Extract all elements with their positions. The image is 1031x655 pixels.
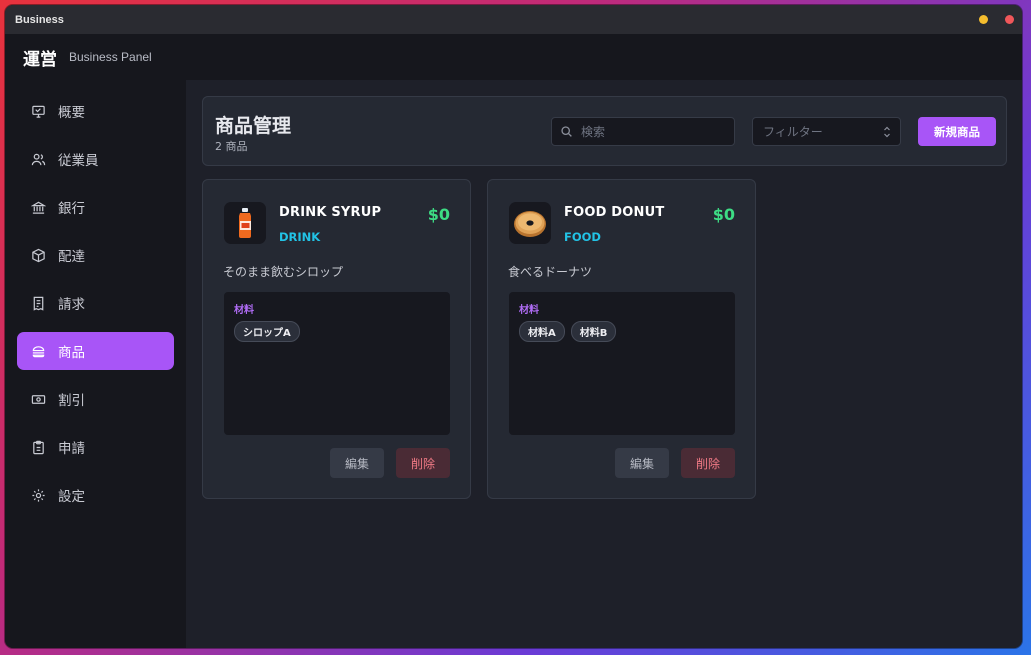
product-price: $0 [712, 205, 735, 224]
title-bar: Business [5, 5, 1022, 34]
search-box[interactable] [551, 117, 735, 146]
sidebar-item-discounts[interactable]: 割引 [17, 380, 174, 418]
sidebar-item-delivery[interactable]: 配達 [17, 236, 174, 274]
product-count: 2 商品 [215, 140, 248, 153]
donut-icon [514, 211, 546, 237]
sidebar-item-billing[interactable]: 請求 [17, 284, 174, 322]
sidebar-item-label: 商品 [58, 345, 85, 361]
window-title: Business [15, 13, 64, 26]
package-icon [32, 248, 45, 262]
bank-icon [31, 201, 46, 214]
material-chip: 材料B [570, 321, 617, 342]
sidebar-item-label: 請求 [58, 297, 85, 313]
product-category: FOOD [564, 230, 601, 244]
sidebar-item-applications[interactable]: 申請 [17, 428, 174, 466]
product-price: $0 [427, 205, 450, 224]
search-input[interactable] [579, 123, 723, 140]
product-category: DRINK [279, 230, 321, 244]
materials-panel: 材料 材料A 材料B [509, 292, 735, 435]
sidebar-item-label: 設定 [58, 489, 85, 505]
main-content: 商品管理 2 商品 フィルター 新規商品 [186, 80, 1022, 648]
material-chip: シロップA [234, 321, 300, 342]
minimize-button[interactable] [979, 15, 988, 24]
product-description: 食べるドーナツ [508, 265, 593, 279]
sidebar-item-employees[interactable]: 従業員 [17, 140, 174, 178]
brand-logo: 運営 [23, 49, 57, 70]
product-card: FOOD DONUT FOOD $0 食べるドーナツ 材料 材料A 材料B 編集… [487, 179, 756, 499]
product-card: DRINK SYRUP DRINK $0 そのまま飲むシロップ 材料 シロップA… [202, 179, 471, 499]
product-image [509, 202, 551, 244]
brand-subtitle: Business Panel [69, 50, 152, 64]
materials-panel: 材料 シロップA [224, 292, 450, 435]
clipboard-icon [33, 440, 44, 454]
materials-label: 材料 [234, 305, 254, 316]
users-icon [31, 153, 46, 165]
chevron-updown-icon [884, 126, 890, 138]
delete-button[interactable]: 削除 [396, 448, 450, 478]
page-title: 商品管理 [215, 115, 292, 137]
product-grid: DRINK SYRUP DRINK $0 そのまま飲むシロップ 材料 シロップA… [202, 179, 756, 499]
sidebar-item-products[interactable]: 商品 [17, 332, 174, 370]
sidebar-item-label: 割引 [58, 393, 85, 409]
sidebar-item-overview[interactable]: 概要 [17, 92, 174, 130]
products-header: 商品管理 2 商品 フィルター 新規商品 [202, 96, 1007, 166]
app-window: Business 運営 Business Panel 概要 従業員 銀行 配達 [5, 5, 1022, 648]
edit-button[interactable]: 編集 [330, 448, 384, 478]
delete-button[interactable]: 削除 [681, 448, 735, 478]
sidebar-item-label: 申請 [58, 441, 85, 457]
monitor-icon [32, 105, 45, 118]
product-name: FOOD DONUT [564, 205, 665, 220]
material-chip: 材料A [519, 321, 565, 342]
receipt-icon [33, 296, 44, 311]
app-header: 運営 Business Panel [5, 34, 1022, 80]
product-description: そのまま飲むシロップ [223, 265, 344, 279]
close-button[interactable] [1005, 15, 1014, 24]
filter-select[interactable]: フィルター [752, 117, 901, 146]
syrup-bottle-icon [239, 208, 251, 238]
sidebar-item-bank[interactable]: 銀行 [17, 188, 174, 226]
product-name: DRINK SYRUP [279, 205, 382, 220]
filter-placeholder: フィルター [763, 125, 823, 139]
sidebar-item-label: 概要 [58, 105, 85, 121]
burger-icon [32, 345, 45, 357]
gear-icon [32, 488, 45, 502]
sidebar-item-settings[interactable]: 設定 [17, 476, 174, 514]
edit-button[interactable]: 編集 [615, 448, 669, 478]
ticket-icon [31, 394, 46, 404]
search-icon [561, 126, 572, 137]
new-product-button[interactable]: 新規商品 [918, 117, 996, 146]
sidebar-item-label: 従業員 [58, 153, 99, 169]
product-image [224, 202, 266, 244]
sidebar-item-label: 銀行 [58, 201, 85, 217]
sidebar: 概要 従業員 銀行 配達 請求 商品 割引 申請 設定 [5, 80, 186, 648]
sidebar-item-label: 配達 [58, 249, 85, 265]
materials-label: 材料 [519, 305, 539, 316]
